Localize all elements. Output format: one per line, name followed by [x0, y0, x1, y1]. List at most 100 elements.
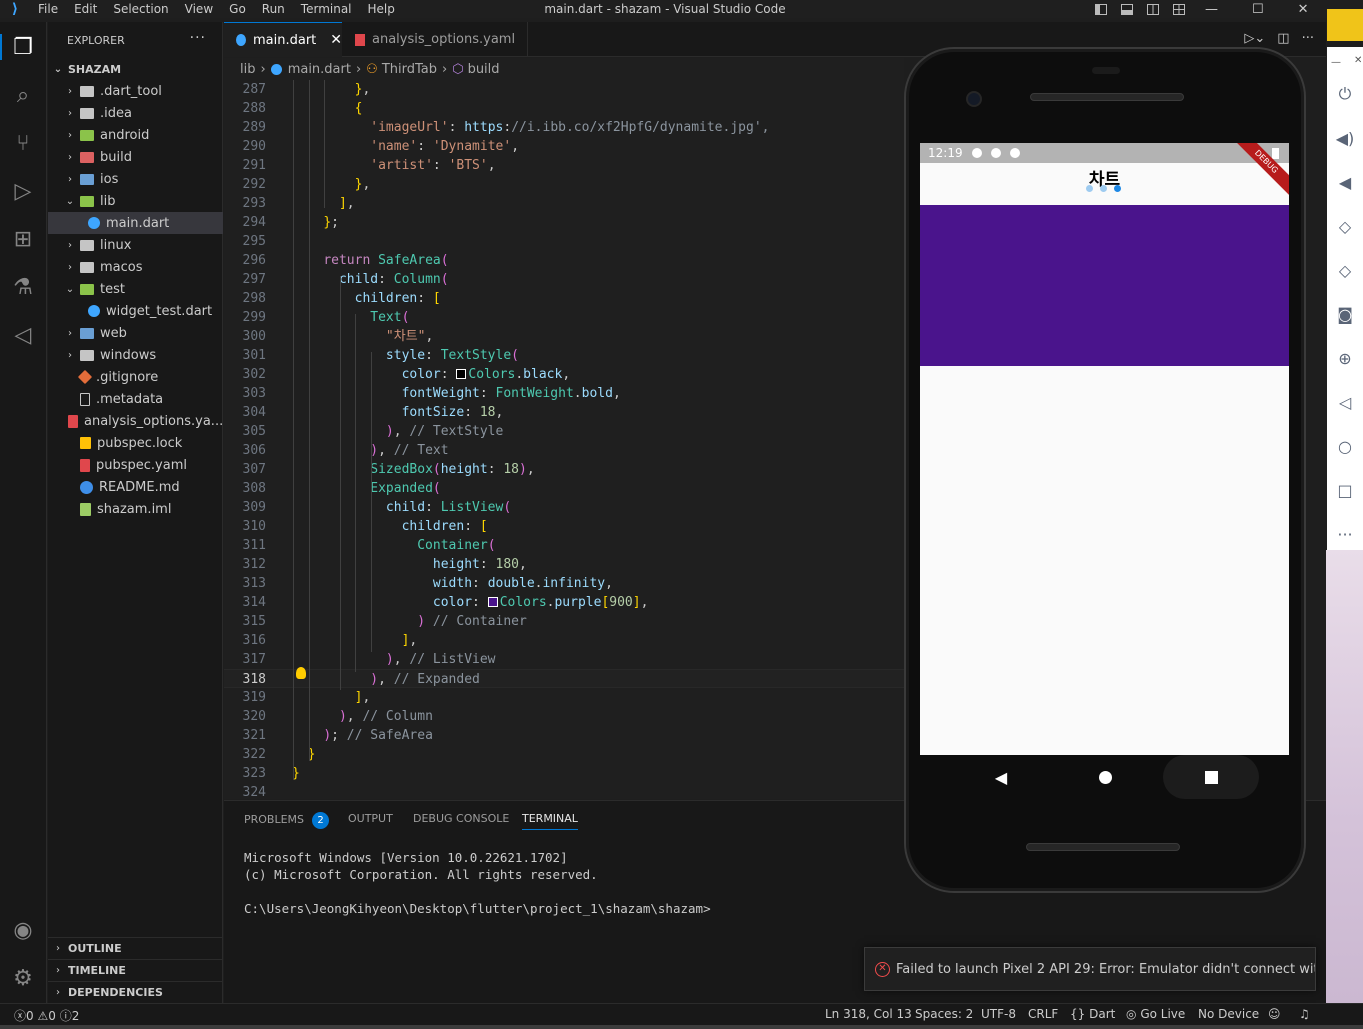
camera-icon[interactable]: ◙ [1336, 305, 1354, 324]
code-line[interactable]: 322 } [224, 745, 904, 764]
code-line[interactable]: 305 ), // TextStyle [224, 422, 904, 441]
tree-item-gitignore[interactable]: .gitignore [48, 366, 223, 388]
code-line[interactable]: 297 child: Column( [224, 270, 904, 289]
maximize-icon[interactable]: ☐ [1252, 2, 1264, 17]
run-file-icon[interactable]: ▷⌄ [1244, 31, 1265, 46]
home-icon[interactable]: ○ [1336, 437, 1354, 456]
page-dot[interactable] [1086, 185, 1093, 192]
code-line[interactable]: 307 SizedBox(height: 18), [224, 460, 904, 479]
code-line[interactable]: 293 ], [224, 194, 904, 213]
search-icon[interactable]: ⌕ [8, 80, 38, 110]
toggle-sidebar-icon[interactable] [1095, 3, 1107, 15]
settings-gear-icon[interactable]: ⚙ [8, 963, 38, 993]
code-line[interactable]: 296 return SafeArea( [224, 251, 904, 270]
tree-item-readme-md[interactable]: README.md [48, 476, 223, 498]
tree-item-lib[interactable]: ⌄ lib [48, 190, 223, 212]
tree-item-metadata[interactable]: .metadata [48, 388, 223, 410]
breadcrumb-item[interactable]: build [468, 62, 500, 77]
tab-main-dart[interactable]: main.dart ✕ [224, 22, 342, 57]
tree-item-pubspec-yaml[interactable]: pubspec.yaml [48, 454, 223, 476]
code-line[interactable]: 314 color: Colors.purple[900], [224, 593, 904, 612]
line-ending[interactable]: CRLF [1028, 1007, 1058, 1021]
menu-help[interactable]: Help [360, 2, 403, 16]
more-actions-icon[interactable]: ··· [190, 30, 206, 46]
tree-item-shazam-iml[interactable]: shazam.iml [48, 498, 223, 520]
customize-layout-icon[interactable] [1173, 3, 1185, 15]
code-line[interactable]: 312 height: 180, [224, 555, 904, 574]
code-line[interactable]: 295 [224, 232, 904, 251]
tab-analysis-options[interactable]: analysis_options.yaml [343, 22, 528, 57]
page-dot[interactable] [1100, 185, 1107, 192]
code-line[interactable]: 306 ), // Text [224, 441, 904, 460]
timeline-section[interactable]: › TIMELINE [48, 959, 223, 981]
code-line[interactable]: 300 "차트", [224, 327, 904, 346]
menu-terminal[interactable]: Terminal [293, 2, 360, 16]
flutter-icon[interactable]: ◁ [8, 320, 38, 350]
tree-item-idea[interactable]: › .idea [48, 102, 223, 124]
tab-output[interactable]: OUTPUT [348, 812, 393, 825]
code-line[interactable]: 294 }; [224, 213, 904, 232]
menu-go[interactable]: Go [221, 2, 254, 16]
code-line[interactable]: 298 children: [ [224, 289, 904, 308]
code-line[interactable]: 301 style: TextStyle( [224, 346, 904, 365]
terminal-prompt[interactable]: C:\Users\JeongKihyeon\Desktop\flutter\pr… [244, 901, 711, 916]
window-close-icon[interactable]: ✕ [1298, 2, 1309, 17]
tree-item-web[interactable]: › web [48, 322, 223, 344]
run-debug-icon[interactable]: ▷ [8, 176, 38, 206]
tree-item-test[interactable]: ⌄ test [48, 278, 223, 300]
rotate-left-icon[interactable]: ◇ [1336, 217, 1354, 236]
page-dot-active[interactable] [1114, 185, 1121, 192]
code-line[interactable]: 287 }, [224, 80, 904, 99]
tab-problems[interactable]: PROBLEMS 2 [244, 812, 330, 829]
phone-screen[interactable]: 12:19 DEBUG 차트 [920, 143, 1289, 755]
code-line[interactable]: 289 'imageUrl': https://i.ibb.co/xf2HpfG… [224, 118, 904, 137]
code-line[interactable]: 317 ), // ListView [224, 650, 904, 669]
code-editor[interactable]: 287 }, 288 {289 'imageUrl': https://i.ibb… [224, 80, 904, 799]
notifications-bell-icon[interactable]: ♫ [1299, 1007, 1310, 1021]
volume-up-icon[interactable]: ◀) [1336, 129, 1355, 148]
menu-run[interactable]: Run [254, 2, 293, 16]
explorer-icon[interactable]: ❐ [8, 32, 38, 62]
rotate-right-icon[interactable]: ◇ [1336, 261, 1354, 280]
menu-selection[interactable]: Selection [105, 2, 176, 16]
code-line[interactable]: 321 ); // SafeArea [224, 726, 904, 745]
nav-home-icon[interactable] [1095, 767, 1115, 787]
code-line[interactable]: 302 color: Colors.black, [224, 365, 904, 384]
encoding[interactable]: UTF-8 [981, 1007, 1016, 1021]
tree-item-ios[interactable]: › ios [48, 168, 223, 190]
error-notification[interactable]: ✕ Failed to launch Pixel 2 API 29: Error… [864, 947, 1316, 991]
editor-more-icon[interactable]: ··· [1302, 31, 1314, 46]
language-mode[interactable]: {} Dart [1070, 1007, 1115, 1021]
close-tab-icon[interactable]: ✕ [330, 32, 342, 48]
problems-status[interactable]: ⓧ0 ⚠0 ⓘ2 [14, 1007, 79, 1024]
menu-file[interactable]: File [30, 2, 66, 16]
emulator-minimize-icon[interactable]: — [1331, 57, 1341, 68]
emulator-close-icon[interactable]: ✕ [1354, 55, 1362, 66]
toggle-panel-icon[interactable] [1121, 3, 1133, 15]
code-line[interactable]: 303 fontWeight: FontWeight.bold, [224, 384, 904, 403]
outline-section[interactable]: › OUTLINE [48, 937, 223, 959]
nav-recents-icon[interactable] [1201, 767, 1221, 787]
code-line[interactable]: 324 [224, 783, 904, 799]
account-icon[interactable]: ◉ [8, 915, 38, 945]
testing-icon[interactable]: ⚗ [8, 272, 38, 302]
code-line[interactable]: 310 children: [ [224, 517, 904, 536]
tree-item-dart-tool[interactable]: › .dart_tool [48, 80, 223, 102]
code-line[interactable]: 308 Expanded( [224, 479, 904, 498]
tree-item-pubspec-lock[interactable]: pubspec.lock [48, 432, 223, 454]
back-icon[interactable]: ◁ [1336, 393, 1354, 412]
breadcrumb-item[interactable]: lib [240, 62, 255, 77]
toggle-secondary-sidebar-icon[interactable] [1147, 3, 1159, 15]
breadcrumb-item[interactable]: main.dart [288, 62, 351, 77]
code-line[interactable]: 320 ), // Column [224, 707, 904, 726]
tree-item-linux[interactable]: › linux [48, 234, 223, 256]
code-line[interactable]: 313 width: double.infinity, [224, 574, 904, 593]
code-line[interactable]: 292 }, [224, 175, 904, 194]
zoom-icon[interactable]: ⊕ [1336, 349, 1354, 368]
breadcrumb-item[interactable]: ThirdTab [382, 62, 437, 77]
code-line[interactable]: 291 'artist': 'BTS', [224, 156, 904, 175]
tab-debug-console[interactable]: DEBUG CONSOLE [413, 812, 509, 825]
go-live[interactable]: ◎ Go Live [1126, 1007, 1185, 1021]
tree-item-windows[interactable]: › windows [48, 344, 223, 366]
code-line[interactable]: 319 ], [224, 688, 904, 707]
